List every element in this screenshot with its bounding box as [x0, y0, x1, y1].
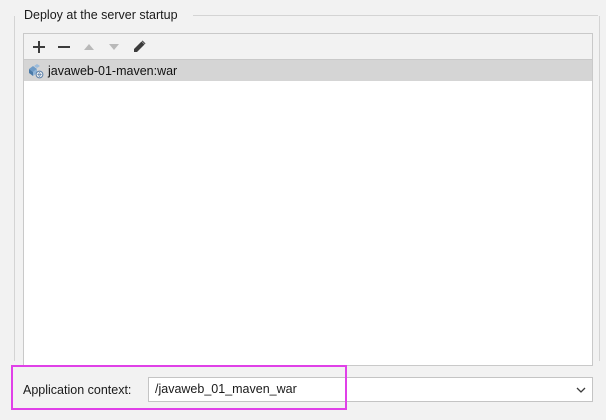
arrow-up-icon [84, 43, 94, 50]
remove-artifact-button[interactable] [53, 37, 75, 57]
move-up-button[interactable] [78, 37, 100, 57]
artifact-label: javaweb-01-maven:war [48, 63, 178, 78]
arrow-down-icon [109, 43, 119, 50]
artifact-toolbar [24, 34, 592, 60]
group-title-divider [193, 15, 598, 16]
application-context-label: Application context: [23, 383, 132, 397]
minus-icon [58, 45, 70, 48]
add-artifact-button[interactable] [28, 37, 50, 57]
deploy-group-title: Deploy at the server startup [22, 6, 180, 24]
deployment-settings-panel: Deploy at the server startup javaweb-01-… [0, 0, 606, 420]
war-artifact-icon [28, 63, 44, 79]
chevron-down-icon[interactable] [570, 378, 592, 401]
artifact-list-panel: javaweb-01-maven:war [23, 33, 593, 366]
list-item[interactable]: javaweb-01-maven:war [24, 60, 592, 81]
pencil-icon [134, 40, 146, 52]
application-context-combobox[interactable]: /javaweb_01_maven_war [148, 377, 593, 402]
edit-artifact-button[interactable] [128, 37, 150, 57]
plus-icon [33, 40, 45, 53]
application-context-value[interactable]: /javaweb_01_maven_war [149, 378, 570, 401]
artifact-list: javaweb-01-maven:war [24, 60, 592, 365]
move-down-button[interactable] [103, 37, 125, 57]
